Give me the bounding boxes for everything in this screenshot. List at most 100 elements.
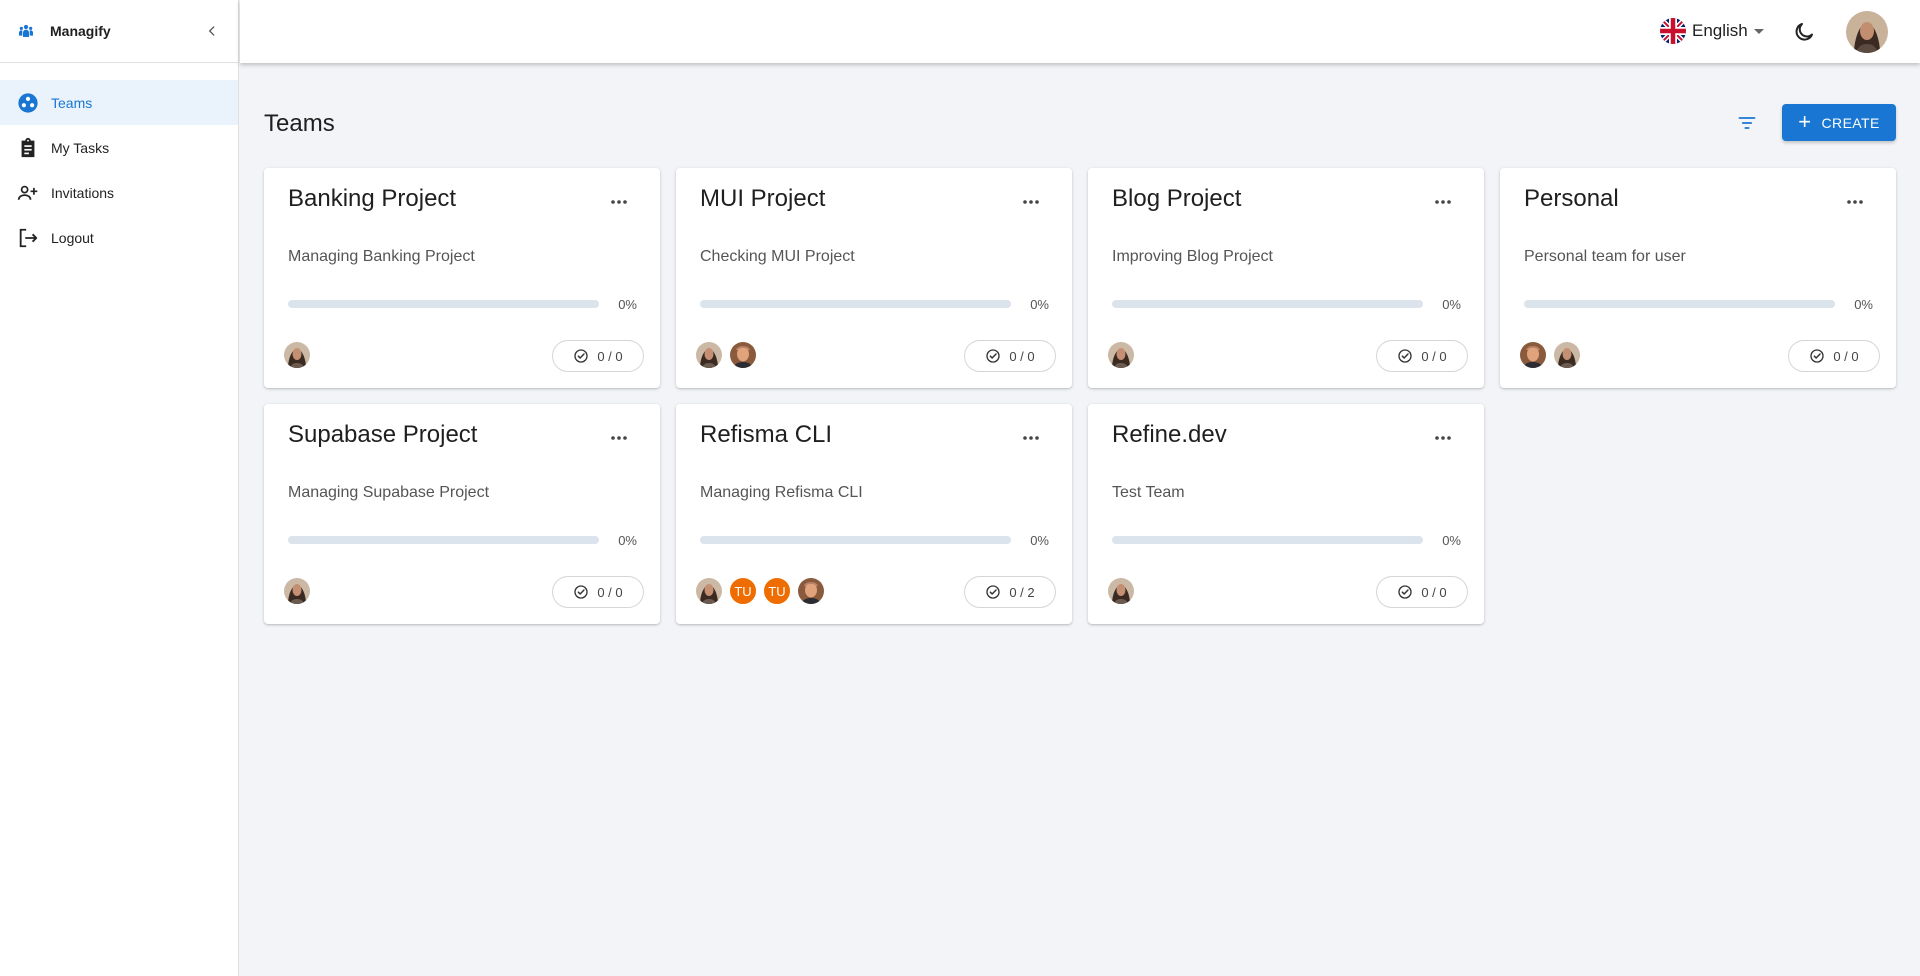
team-title: Personal — [1524, 185, 1619, 212]
team-card[interactable]: Supabase Project Managing Supabase Proje… — [264, 404, 660, 624]
team-progress-percent: 0% — [1442, 297, 1461, 312]
tasks-count: 0 / 0 — [1009, 348, 1035, 364]
filter-button[interactable] — [1735, 111, 1759, 135]
clipboard-icon — [17, 137, 39, 159]
brand: Managify — [0, 0, 238, 63]
team-progress-percent: 0% — [1030, 533, 1049, 548]
more-options-button[interactable] — [1432, 194, 1454, 210]
sidebar-item-my-tasks[interactable]: My Tasks — [0, 125, 238, 170]
sidebar-item-label: My Tasks — [51, 139, 110, 156]
app-name: Managify — [50, 23, 111, 39]
sidebar-menu: Teams My Tasks Invitations Logout — [0, 63, 238, 260]
team-progress-bar — [1524, 300, 1835, 308]
more-options-button[interactable] — [608, 194, 630, 210]
more-horizontal-icon — [1435, 436, 1451, 440]
more-options-button[interactable] — [1020, 430, 1042, 446]
sidebar-item-logout[interactable]: Logout — [0, 215, 238, 260]
check-circle-icon — [986, 585, 1001, 599]
team-progress-percent: 0% — [618, 297, 637, 312]
check-circle-icon — [1398, 349, 1413, 363]
team-card[interactable]: Personal Personal team for user 0% 0 / 0 — [1500, 168, 1896, 388]
member-avatars — [1518, 340, 1586, 370]
create-button[interactable]: + CREATE — [1782, 104, 1896, 141]
tasks-count-chip[interactable]: 0 / 0 — [1376, 576, 1468, 608]
member-avatars: TU TU — [694, 576, 830, 606]
team-progress-percent: 0% — [1854, 297, 1873, 312]
user-avatar[interactable] — [1846, 11, 1888, 53]
member-avatar[interactable] — [796, 576, 826, 606]
team-card[interactable]: Refisma CLI Managing Refisma CLI 0% TU TU… — [676, 404, 1072, 624]
more-options-button[interactable] — [608, 430, 630, 446]
team-description: Test Team — [1112, 484, 1185, 501]
member-avatar-initials[interactable]: TU — [762, 576, 792, 606]
team-title: Refine.dev — [1112, 421, 1227, 448]
language-selector[interactable]: English — [1660, 18, 1764, 44]
top-bar: English — [240, 0, 1920, 63]
team-card[interactable]: Refine.dev Test Team 0% 0 / 0 — [1088, 404, 1484, 624]
team-card[interactable]: Banking Project Managing Banking Project… — [264, 168, 660, 388]
moon-icon — [1795, 23, 1813, 41]
tasks-count: 0 / 0 — [1421, 584, 1447, 600]
plus-icon: + — [1798, 108, 1812, 134]
tasks-count-chip[interactable]: 0 / 0 — [964, 340, 1056, 372]
member-avatars — [282, 576, 316, 606]
tasks-count: 0 / 0 — [1421, 348, 1447, 364]
team-progress-percent: 0% — [1030, 297, 1049, 312]
member-avatar[interactable] — [1552, 340, 1582, 370]
caret-down-icon — [1753, 28, 1764, 34]
member-avatar[interactable] — [1106, 576, 1136, 606]
member-avatar[interactable] — [728, 340, 758, 370]
member-avatar[interactable] — [1106, 340, 1136, 370]
sidebar-item-label: Invitations — [51, 184, 115, 201]
member-avatar[interactable] — [282, 340, 312, 370]
language-label: English — [1692, 21, 1748, 40]
team-card[interactable]: MUI Project Checking MUI Project 0% 0 / … — [676, 168, 1072, 388]
check-circle-icon — [574, 349, 589, 363]
main-content: Teams + CREATE Banking Project Managing … — [240, 63, 1920, 976]
sidebar-item-invitations[interactable]: Invitations — [0, 170, 238, 215]
member-avatar-initials[interactable]: TU — [728, 576, 758, 606]
team-description: Improving Blog Project — [1112, 248, 1273, 265]
team-progress-bar — [288, 536, 599, 544]
member-avatar[interactable] — [282, 576, 312, 606]
logout-icon — [17, 227, 39, 249]
check-circle-icon — [1398, 585, 1413, 599]
team-description: Managing Refisma CLI — [700, 484, 863, 501]
more-horizontal-icon — [611, 436, 627, 440]
team-card[interactable]: Blog Project Improving Blog Project 0% 0… — [1088, 168, 1484, 388]
team-description: Managing Supabase Project — [288, 484, 490, 501]
team-description: Checking MUI Project — [700, 248, 855, 265]
tasks-count-chip[interactable]: 0 / 0 — [552, 340, 644, 372]
tasks-count: 0 / 0 — [597, 584, 623, 600]
tasks-count-chip[interactable]: 0 / 0 — [1376, 340, 1468, 372]
collapse-sidebar-button[interactable] — [202, 21, 222, 41]
team-title: Blog Project — [1112, 185, 1242, 212]
team-progress-percent: 0% — [1442, 533, 1461, 548]
page-title: Teams — [264, 110, 335, 137]
theme-toggle-button[interactable] — [1792, 20, 1816, 44]
more-options-button[interactable] — [1844, 194, 1866, 210]
member-avatar[interactable] — [1518, 340, 1548, 370]
tasks-count: 0 / 0 — [597, 348, 623, 364]
more-options-button[interactable] — [1020, 194, 1042, 210]
team-progress-bar — [288, 300, 599, 308]
team-description: Managing Banking Project — [288, 248, 475, 265]
teams-icon — [17, 92, 39, 114]
uk-flag-icon — [1660, 18, 1686, 44]
sidebar-item-teams[interactable]: Teams — [0, 80, 238, 125]
filter-icon — [1738, 117, 1756, 129]
member-avatar[interactable] — [694, 576, 724, 606]
team-title: MUI Project — [700, 185, 826, 212]
check-circle-icon — [986, 349, 1001, 363]
more-options-button[interactable] — [1432, 430, 1454, 446]
member-avatar[interactable] — [694, 340, 724, 370]
team-title: Banking Project — [288, 185, 457, 212]
team-progress-bar — [1112, 300, 1423, 308]
tasks-count-chip[interactable]: 0 / 0 — [1788, 340, 1880, 372]
tasks-count: 0 / 2 — [1009, 584, 1035, 600]
tasks-count-chip[interactable]: 0 / 0 — [552, 576, 644, 608]
check-circle-icon — [1810, 349, 1825, 363]
tasks-count-chip[interactable]: 0 / 2 — [964, 576, 1056, 608]
person-add-icon — [17, 182, 39, 204]
sidebar-item-label: Logout — [51, 229, 94, 246]
